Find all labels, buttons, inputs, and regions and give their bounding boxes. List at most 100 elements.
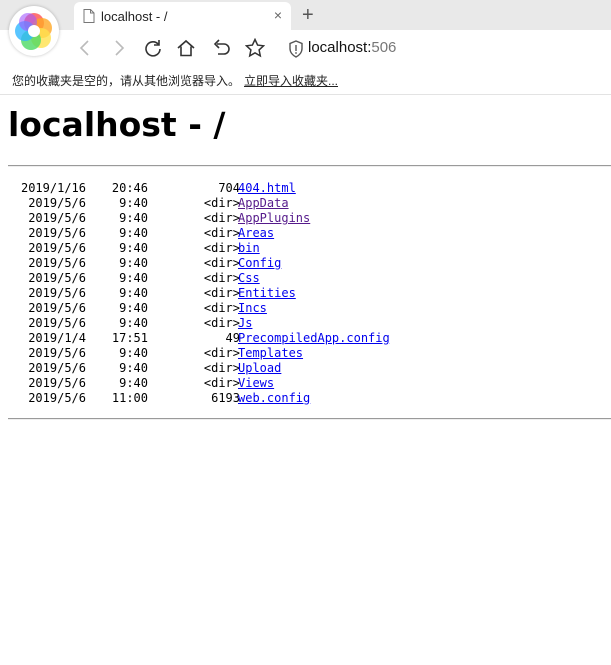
entry-size: <dir> bbox=[203, 241, 240, 255]
entry-date: 2019/1/16 bbox=[20, 181, 86, 195]
listing-row: 2019/1/4 17:51 49 PrecompiledApp.config bbox=[8, 331, 428, 346]
entry-link[interactable]: Incs bbox=[238, 301, 267, 316]
entry-link[interactable]: AppData bbox=[238, 196, 289, 211]
toolbar: localhost:506 bbox=[0, 30, 611, 66]
entry-time: 9:40 bbox=[119, 256, 148, 270]
entry-time: 9:40 bbox=[119, 361, 148, 375]
entry-link[interactable]: Upload bbox=[238, 361, 281, 376]
listing-row: 2019/5/6 9:40 <dir> AppPlugins bbox=[8, 211, 428, 226]
entry-time: 17:51 bbox=[111, 331, 148, 345]
entry-link[interactable]: bin bbox=[238, 241, 260, 256]
entry-size: 704 bbox=[218, 181, 240, 195]
entry-time: 9:40 bbox=[119, 196, 148, 210]
entry-date: 2019/5/6 bbox=[28, 361, 86, 375]
listing-row: 2019/5/6 11:00 6193 web.config bbox=[8, 391, 428, 406]
entry-size: <dir> bbox=[203, 226, 240, 240]
entry-link[interactable]: Views bbox=[238, 376, 274, 391]
divider-bottom bbox=[8, 418, 611, 420]
bookmarks-bar: 您的收藏夹是空的，请从其他浏览器导入。 立即导入收藏夹... bbox=[0, 66, 611, 95]
entry-size: <dir> bbox=[203, 316, 240, 330]
url-host: localhost: bbox=[308, 39, 372, 56]
entry-size: <dir> bbox=[203, 346, 240, 360]
back-icon[interactable] bbox=[76, 38, 96, 58]
entry-size: <dir> bbox=[203, 376, 240, 390]
listing-row: 2019/5/6 9:40 <dir> bin bbox=[8, 241, 428, 256]
listing-row: 2019/5/6 9:40 <dir> Css bbox=[8, 271, 428, 286]
entry-time: 9:40 bbox=[119, 346, 148, 360]
entry-size: <dir> bbox=[203, 286, 240, 300]
entry-link[interactable]: Js bbox=[238, 316, 252, 331]
forward-icon[interactable] bbox=[108, 38, 128, 58]
entry-date: 2019/5/6 bbox=[28, 376, 86, 390]
listing-row: 2019/5/6 9:40 <dir> Templates bbox=[8, 346, 428, 361]
tab-strip: localhost - / × + bbox=[0, 0, 611, 30]
entry-time: 9:40 bbox=[119, 286, 148, 300]
entry-time: 9:40 bbox=[119, 301, 148, 315]
entry-date: 2019/5/6 bbox=[28, 316, 86, 330]
entry-size: <dir> bbox=[203, 361, 240, 375]
entry-date: 2019/5/6 bbox=[28, 226, 86, 240]
listing-row: 2019/5/6 9:40 <dir> Upload bbox=[8, 361, 428, 376]
entry-date: 2019/5/6 bbox=[28, 301, 86, 315]
star-icon[interactable] bbox=[244, 37, 266, 58]
undo-icon[interactable] bbox=[211, 38, 231, 58]
page-title: localhost - / bbox=[8, 105, 226, 144]
listing-row: 2019/5/6 9:40 <dir> Entities bbox=[8, 286, 428, 301]
entry-size: <dir> bbox=[203, 271, 240, 285]
entry-time: 20:46 bbox=[111, 181, 148, 195]
listing-row: 2019/5/6 9:40 <dir> Js bbox=[8, 316, 428, 331]
url-text: localhost:506 bbox=[308, 39, 396, 56]
entry-link[interactable]: Areas bbox=[238, 226, 274, 241]
tab-title: localhost - / bbox=[101, 9, 168, 24]
entry-size: <dir> bbox=[203, 211, 240, 225]
entry-time: 9:40 bbox=[119, 211, 148, 225]
entry-size: 6193 bbox=[211, 391, 240, 405]
tab-close-icon[interactable]: × bbox=[274, 7, 282, 23]
entry-link[interactable]: Templates bbox=[238, 346, 303, 361]
entry-link[interactable]: Entities bbox=[238, 286, 296, 301]
entry-date: 2019/5/6 bbox=[28, 286, 86, 300]
entry-time: 11:00 bbox=[111, 391, 148, 405]
directory-listing: 2019/1/16 20:46 704 404.html 2019/5/6 9:40 <di… bbox=[8, 181, 428, 406]
entry-date: 2019/5/6 bbox=[28, 196, 86, 210]
entry-date: 2019/5/6 bbox=[28, 346, 86, 360]
home-icon[interactable] bbox=[176, 38, 196, 58]
address-bar[interactable]: localhost:506 bbox=[286, 38, 606, 60]
listing-row: 2019/1/16 20:46 704 404.html bbox=[8, 181, 428, 196]
tab-localhost[interactable]: localhost - / × bbox=[74, 2, 291, 30]
entry-link[interactable]: AppPlugins bbox=[238, 211, 310, 226]
listing-row: 2019/5/6 9:40 <dir> Areas bbox=[8, 226, 428, 241]
listing-row: 2019/5/6 9:40 <dir> AppData bbox=[8, 196, 428, 211]
entry-date: 2019/5/6 bbox=[28, 391, 86, 405]
divider-top bbox=[8, 165, 611, 167]
page-icon bbox=[83, 9, 95, 28]
entry-time: 9:40 bbox=[119, 271, 148, 285]
listing-row: 2019/5/6 9:40 <dir> Views bbox=[8, 376, 428, 391]
entry-date: 2019/5/6 bbox=[28, 241, 86, 255]
entry-time: 9:40 bbox=[119, 316, 148, 330]
new-tab-button[interactable]: + bbox=[302, 3, 314, 27]
entry-time: 9:40 bbox=[119, 226, 148, 240]
entry-date: 2019/5/6 bbox=[28, 271, 86, 285]
reload-icon[interactable] bbox=[143, 38, 163, 58]
bookmarks-empty-message: 您的收藏夹是空的，请从其他浏览器导入。 bbox=[12, 74, 241, 88]
entry-link[interactable]: PrecompiledApp.config bbox=[238, 331, 390, 346]
entry-link[interactable]: web.config bbox=[238, 391, 310, 406]
listing-row: 2019/5/6 9:40 <dir> Config bbox=[8, 256, 428, 271]
entry-link[interactable]: 404.html bbox=[238, 181, 296, 196]
entry-time: 9:40 bbox=[119, 376, 148, 390]
entry-date: 2019/5/6 bbox=[28, 256, 86, 270]
entry-date: 2019/5/6 bbox=[28, 211, 86, 225]
import-bookmarks-link[interactable]: 立即导入收藏夹... bbox=[244, 72, 338, 89]
listing-row: 2019/5/6 9:40 <dir> Incs bbox=[8, 301, 428, 316]
entry-link[interactable]: Config bbox=[238, 256, 281, 271]
entry-size: <dir> bbox=[203, 256, 240, 270]
entry-date: 2019/1/4 bbox=[28, 331, 86, 345]
entry-size: <dir> bbox=[203, 196, 240, 210]
url-port: 506 bbox=[371, 39, 397, 56]
browser-logo-icon[interactable] bbox=[9, 6, 59, 56]
entry-size: <dir> bbox=[203, 301, 240, 315]
shield-icon[interactable] bbox=[288, 40, 304, 63]
entry-time: 9:40 bbox=[119, 241, 148, 255]
entry-link[interactable]: Css bbox=[238, 271, 260, 286]
